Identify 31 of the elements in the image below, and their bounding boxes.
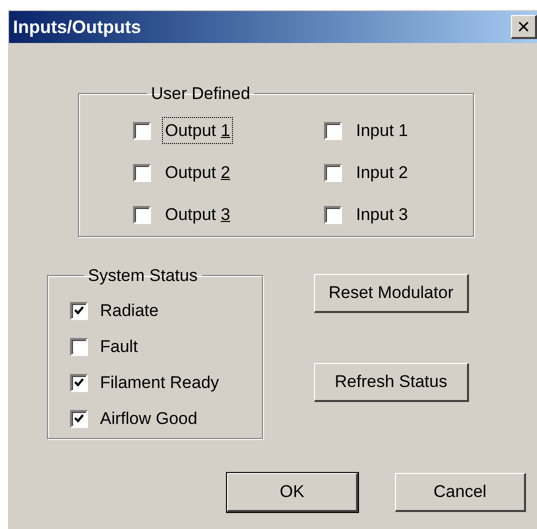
checkbox[interactable] bbox=[324, 206, 342, 224]
check-icon bbox=[74, 414, 84, 423]
checkbox[interactable] bbox=[133, 206, 151, 224]
action-button[interactable]: Reset Modulator bbox=[314, 274, 469, 313]
checkbox-label: Filament Ready bbox=[100, 372, 220, 394]
checkbox[interactable] bbox=[133, 122, 151, 140]
checkbox[interactable] bbox=[70, 374, 88, 392]
dialog-button[interactable]: Cancel bbox=[395, 473, 526, 512]
checkbox-label: Output 2 bbox=[164, 162, 232, 184]
window-title: Inputs/Outputs bbox=[13, 16, 141, 39]
checkbox[interactable] bbox=[70, 410, 88, 428]
checkbox-label: Radiate bbox=[100, 300, 159, 322]
checkbox[interactable] bbox=[324, 122, 342, 140]
checkbox-label: Fault bbox=[100, 336, 138, 358]
checkbox-label: Input 1 bbox=[355, 120, 409, 142]
checkbox[interactable] bbox=[324, 164, 342, 182]
group-title: System Status bbox=[87, 265, 199, 287]
close-button[interactable]: × bbox=[511, 15, 537, 39]
check-icon bbox=[74, 306, 84, 315]
checkbox[interactable] bbox=[70, 338, 88, 356]
group-title: User Defined bbox=[150, 83, 252, 105]
checkbox[interactable] bbox=[70, 302, 88, 320]
checkbox-label: Output 3 bbox=[164, 204, 232, 226]
action-button[interactable]: Refresh Status bbox=[314, 363, 469, 402]
checkbox[interactable] bbox=[133, 164, 151, 182]
checkbox-label: Input 2 bbox=[355, 162, 409, 184]
checkbox-label: Input 3 bbox=[355, 204, 409, 226]
checkbox-label: Output 1 bbox=[163, 118, 232, 144]
checkbox-label: Airflow Good bbox=[100, 408, 198, 430]
check-icon bbox=[74, 378, 84, 387]
dialog-button[interactable]: OK bbox=[227, 473, 358, 512]
